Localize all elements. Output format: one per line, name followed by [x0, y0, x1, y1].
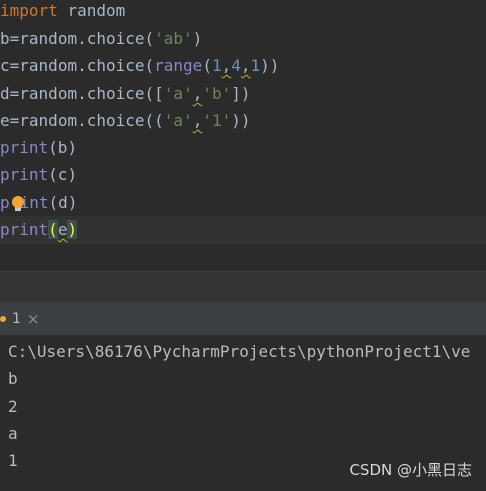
builtin-range: range [154, 56, 203, 75]
console-command: C:\Users\86176\PycharmProjects\pythonPro… [8, 342, 471, 361]
var-name: b [0, 29, 10, 48]
open-paren: ( [202, 56, 212, 75]
string-literal: '1' [202, 111, 232, 130]
call-args: (c) [48, 165, 78, 184]
close-paren: )) [231, 111, 251, 130]
builtin-print: print [0, 138, 49, 157]
console-output-line: 2 [8, 397, 18, 416]
number-literal: 1 [211, 56, 222, 75]
console-output-line: a [8, 424, 18, 443]
call-args: (d) [48, 193, 78, 212]
code-line-3[interactable]: c=random.choice(range(1,4,1)) [0, 52, 279, 79]
assign-op: = [9, 111, 20, 130]
code-line-4[interactable]: d=random.choice(['a','b']) [0, 80, 251, 107]
pycharm-window: import random b=random.choice('ab') c=ra… [0, 0, 486, 491]
number-literal: 4 [231, 56, 241, 75]
close-icon[interactable]: × [27, 310, 40, 328]
call-expr: random.choice( [19, 56, 155, 75]
module-name: random [67, 1, 126, 20]
run-tool-window-tabbar: 1 × [0, 302, 486, 336]
console-output-line: 1 [8, 451, 18, 470]
csdn-watermark: CSDN @小黑日志 [349, 461, 472, 479]
var-name: c [0, 56, 10, 75]
call-expr: random.choice(( [19, 111, 164, 130]
run-status-dot [0, 315, 6, 322]
builtin-print: print [0, 165, 49, 184]
matched-open-paren: ( [48, 220, 58, 239]
call-expr: random.choice([ [19, 84, 164, 103]
comma-warning: , [192, 111, 203, 130]
keyword-import: import [0, 1, 58, 20]
var-name: e [0, 111, 10, 130]
string-literal: 'b' [202, 84, 232, 103]
code-line-5[interactable]: e=random.choice(('a','1')) [0, 107, 251, 134]
builtin-print: print [0, 220, 49, 239]
string-literal: 'a' [163, 84, 193, 103]
string-literal: 'ab' [154, 29, 193, 48]
code-line-1[interactable]: import random [0, 0, 125, 24]
close-paren: ) [192, 29, 203, 48]
matched-close-paren: ) [67, 220, 78, 239]
editor-bottom-strip [0, 271, 486, 302]
close-paren: )) [260, 56, 280, 75]
assign-op: = [9, 29, 20, 48]
code-line-9[interactable]: print(e) [0, 216, 78, 243]
run-tab-label: 1 [12, 310, 21, 327]
builtin-print-start: p [0, 193, 10, 212]
assign-op: = [9, 84, 20, 103]
console-output-line: b [8, 369, 18, 388]
code-line-7[interactable]: print(c) [0, 161, 77, 188]
assign-op: = [9, 56, 20, 75]
code-line-2[interactable]: b=random.choice('ab') [0, 25, 202, 52]
call-arg: e [57, 220, 68, 239]
lightbulb-icon[interactable] [12, 196, 24, 208]
var-name: d [0, 84, 10, 103]
call-args: (b) [48, 138, 78, 157]
comma-warning: , [192, 84, 203, 103]
comma-warning: , [240, 56, 251, 75]
comma-warning: , [221, 56, 232, 75]
code-line-6[interactable]: print(b) [0, 134, 77, 161]
close-bracket: ]) [231, 84, 251, 103]
code-editor[interactable]: import random b=random.choice('ab') c=ra… [0, 0, 486, 271]
call-expr: random.choice( [19, 29, 155, 48]
number-literal: 1 [250, 56, 261, 75]
string-literal: 'a' [163, 111, 193, 130]
run-tab[interactable]: 1 × [0, 302, 40, 335]
